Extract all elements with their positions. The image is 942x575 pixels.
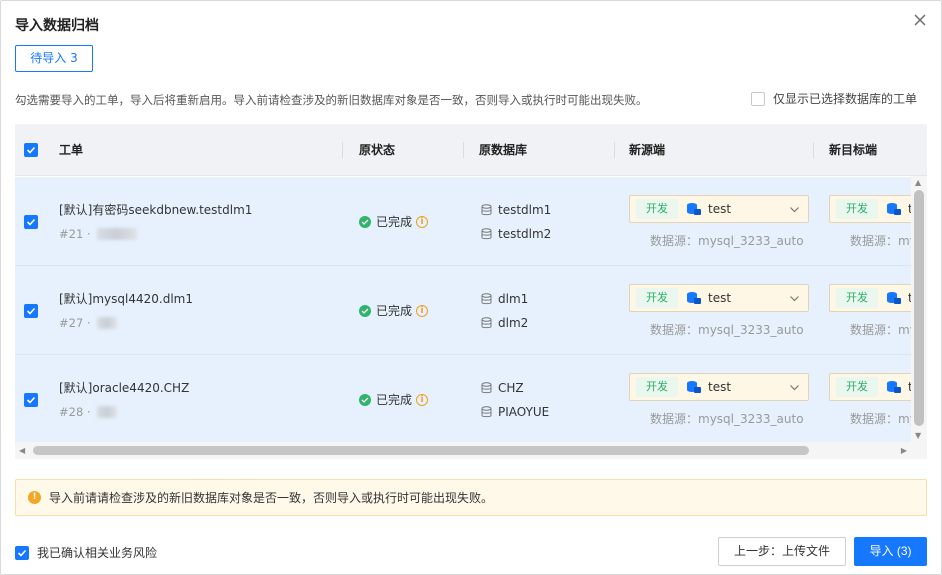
info-icon[interactable]: i	[416, 215, 429, 228]
redacted-creator	[96, 406, 117, 418]
table-row[interactable]: [默认]oracle4420.CHZ #28 · 已完成 i CHZ PIAOY…	[15, 355, 927, 444]
datasource-icon	[887, 292, 901, 304]
import-archive-dialog: 导入数据归档 待导入 3 勾选需要导入的工单，导入后将重新启用。导入前请检查涉及…	[0, 0, 942, 575]
database-item: testdlm1	[481, 203, 551, 217]
select-all-checkbox[interactable]	[24, 143, 38, 157]
datasource-label: 数据源：mysql_3233_auto	[650, 234, 804, 248]
risk-confirm-checkbox[interactable]	[15, 545, 29, 560]
env-tag: 开发	[836, 199, 878, 219]
table-header: 工单 原状态 原数据库 新源端 新目标端	[15, 124, 927, 176]
order-name: [默认]mysql4420.dlm1	[59, 292, 193, 306]
redacted-creator	[96, 228, 137, 240]
scroll-down-arrow-icon[interactable]: ▼	[915, 431, 921, 440]
database-item: CHZ	[481, 381, 524, 395]
new-source-select[interactable]: 开发 test	[629, 373, 809, 401]
column-header-new-target: 新目标端	[829, 143, 878, 157]
warning-alert: ! 导入前请请检查涉及的新旧数据库对象是否一致，否则导入或执行时可能出现失败。	[15, 479, 927, 516]
status-badge: 已完成 i	[359, 213, 429, 230]
database-icon	[481, 382, 492, 394]
database-icon	[481, 228, 492, 240]
order-name: [默认]有密码seekdbnew.testdlm1	[59, 203, 253, 217]
datasource-icon	[887, 203, 901, 215]
vertical-scrollbar[interactable]: ▲ ▼	[911, 176, 927, 442]
datasource-label: 数据源：mysql_3233_auto	[650, 412, 804, 426]
column-header-database: 原数据库	[479, 143, 528, 157]
redacted-creator	[96, 317, 117, 329]
warning-text: 导入前请请检查涉及的新旧数据库对象是否一致，否则导入或执行时可能出现失败。	[49, 491, 494, 505]
order-name: [默认]oracle4420.CHZ	[59, 381, 190, 395]
row-checkbox[interactable]	[24, 215, 38, 229]
only-selected-filter[interactable]: 仅显示已选择数据库的工单	[750, 90, 917, 107]
chevron-down-icon	[790, 385, 799, 391]
check-circle-icon	[359, 304, 371, 317]
order-id: #28 ·	[59, 405, 117, 419]
column-divider	[813, 142, 814, 158]
table-row[interactable]: [默认]mysql4420.dlm1 #27 · 已完成 i dlm1 dlm2…	[15, 266, 927, 355]
column-divider	[614, 142, 615, 158]
column-header-order: 工单	[59, 143, 84, 157]
horizontal-scrollbar[interactable]: ◀ ▶	[15, 442, 927, 459]
datasource-label: 数据源：mysql_3233_auto	[650, 323, 804, 337]
scroll-left-arrow-icon[interactable]: ◀	[19, 446, 25, 455]
scroll-up-arrow-icon[interactable]: ▲	[915, 178, 921, 187]
database-item: dlm1	[481, 292, 528, 306]
database-icon	[481, 204, 492, 216]
status-badge: 已完成 i	[359, 302, 429, 319]
chevron-down-icon	[790, 207, 799, 213]
previous-step-button[interactable]: 上一步：上传文件	[718, 537, 846, 566]
risk-confirm-label: 我已确认相关业务风险	[37, 546, 158, 560]
table-row[interactable]: [默认]有密码seekdbnew.testdlm1 #21 · 已完成 i te…	[15, 177, 927, 266]
env-tag: 开发	[836, 377, 878, 397]
order-id: #21 ·	[59, 227, 137, 241]
order-id: #27 ·	[59, 316, 117, 330]
info-icon[interactable]: i	[416, 304, 429, 317]
chevron-down-icon	[790, 296, 799, 302]
check-circle-icon	[359, 215, 371, 228]
instructions-text: 勾选需要导入的工单，导入后将重新启用。导入前请检查涉及的新旧数据库对象是否一致，…	[15, 93, 648, 107]
column-divider	[463, 142, 464, 158]
new-source-select[interactable]: 开发 test	[629, 195, 809, 223]
database-icon	[481, 406, 492, 418]
status-badge: 已完成 i	[359, 391, 429, 408]
work-order-table: 工单 原状态 原数据库 新源端 新目标端 [默认]有密码seekdbnew.te…	[15, 124, 927, 459]
only-selected-label: 仅显示已选择数据库的工单	[772, 92, 917, 106]
tab-pending-import[interactable]: 待导入 3	[15, 45, 93, 72]
info-icon[interactable]: i	[416, 393, 429, 406]
env-tag: 开发	[636, 377, 678, 397]
database-item: PIAOYUE	[481, 405, 549, 419]
row-checkbox[interactable]	[24, 393, 38, 407]
dialog-title: 导入数据归档	[15, 18, 99, 34]
column-divider	[342, 142, 343, 158]
database-icon	[481, 293, 492, 305]
vertical-scroll-thumb[interactable]	[914, 190, 924, 426]
horizontal-scroll-thumb[interactable]	[33, 446, 809, 455]
database-item: dlm2	[481, 316, 528, 330]
warning-icon: !	[28, 491, 41, 504]
row-checkbox[interactable]	[24, 304, 38, 318]
import-button[interactable]: 导入 (3)	[854, 537, 927, 566]
database-item: testdlm2	[481, 227, 551, 241]
scroll-right-arrow-icon[interactable]: ▶	[901, 446, 907, 455]
close-icon[interactable]	[913, 13, 927, 27]
column-header-new-source: 新源端	[629, 143, 666, 157]
env-tag: 开发	[636, 199, 678, 219]
check-circle-icon	[359, 393, 371, 406]
datasource-icon	[687, 381, 701, 393]
env-tag: 开发	[836, 288, 878, 308]
datasource-icon	[687, 292, 701, 304]
new-source-select[interactable]: 开发 test	[629, 284, 809, 312]
risk-confirm[interactable]: 我已确认相关业务风险	[15, 544, 157, 561]
datasource-icon	[687, 203, 701, 215]
datasource-icon	[887, 381, 901, 393]
database-icon	[481, 317, 492, 329]
env-tag: 开发	[636, 288, 678, 308]
column-header-status: 原状态	[359, 143, 396, 157]
only-selected-checkbox[interactable]	[750, 91, 765, 106]
